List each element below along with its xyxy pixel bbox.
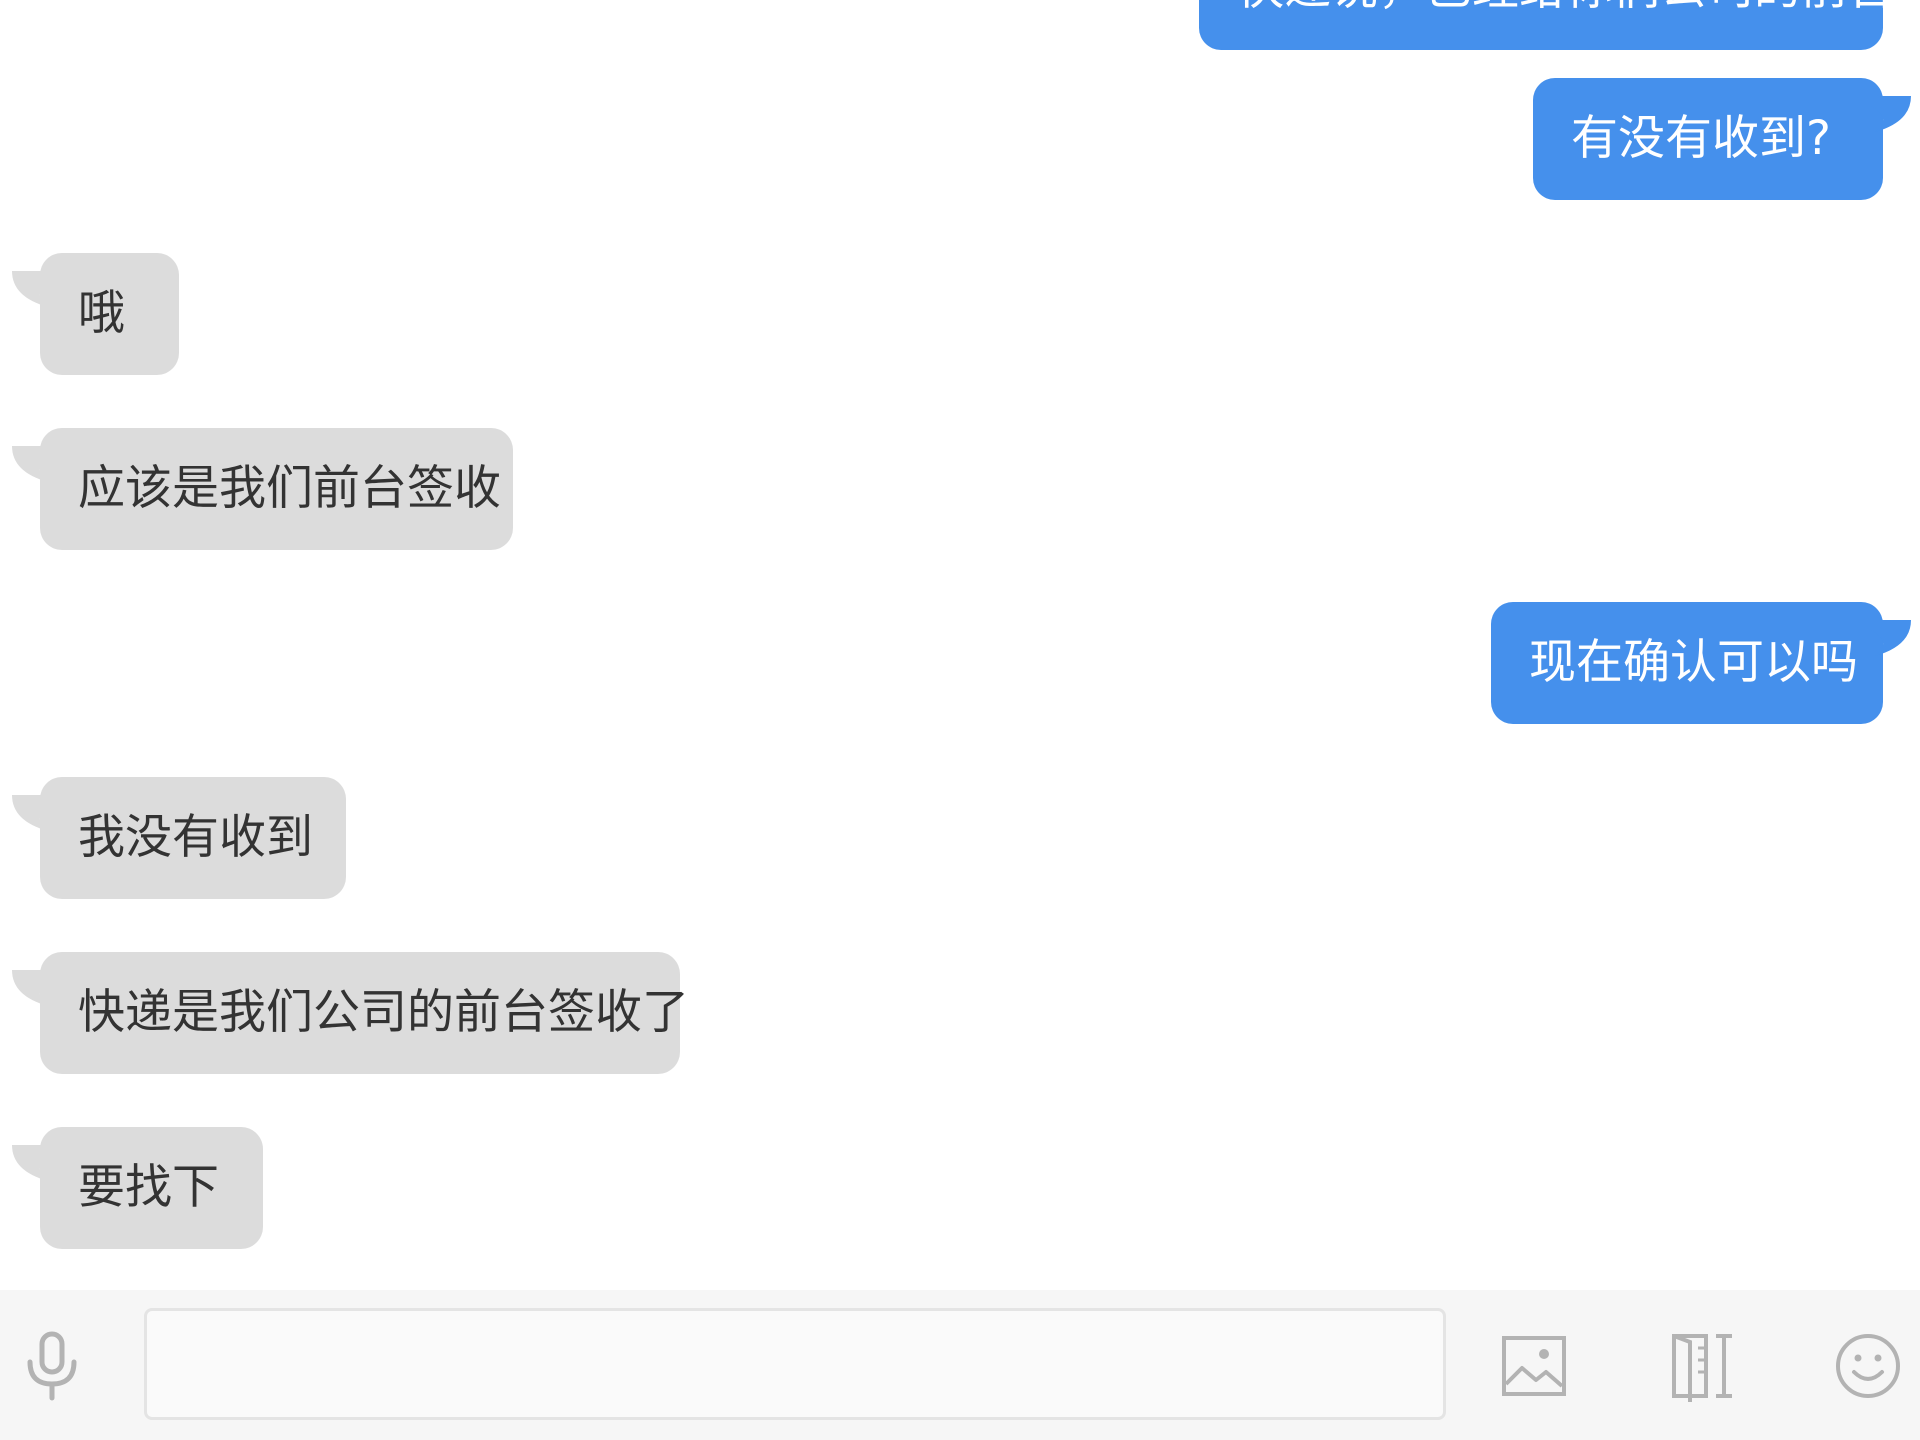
- message-input[interactable]: [144, 1308, 1446, 1420]
- message-text: 应该是我们前台签收: [78, 461, 501, 516]
- message-bubble-incoming[interactable]: 哦: [12, 253, 179, 375]
- message-text: 快递是我们公司的前台签收了: [78, 985, 689, 1040]
- bubble-tail: [12, 271, 52, 307]
- smiley-icon-graphic: [1836, 1334, 1900, 1398]
- bubble-tail: [12, 970, 52, 1006]
- message-bubble-outgoing[interactable]: 有没有收到?: [1533, 78, 1911, 200]
- smiley-icon[interactable]: [1832, 1330, 1904, 1402]
- bubble-tail: [12, 795, 52, 831]
- document-icon-graphic: [1672, 1334, 1732, 1402]
- microphone-icon[interactable]: [20, 1330, 84, 1402]
- message-bubble-incoming[interactable]: 我没有收到: [12, 777, 346, 899]
- document-icon[interactable]: [1666, 1330, 1738, 1402]
- message-text: 快递说，已经给你们公司的前台: [1237, 0, 1895, 16]
- bubble-tail: [1871, 96, 1911, 132]
- image-icon[interactable]: [1498, 1330, 1570, 1402]
- bubble-tail: [12, 446, 52, 482]
- message-bubble-incoming[interactable]: 应该是我们前台签收: [12, 428, 513, 550]
- message-input-bar: [0, 1290, 1920, 1440]
- chat-screen: 快递说，已经给你们公司的前台 有没有收到? 哦 应该是我们前台签收 现在确认可以…: [0, 0, 1920, 1440]
- message-bubble-incoming[interactable]: 快递是我们公司的前台签收了: [12, 952, 689, 1074]
- bubble-tail: [1871, 620, 1911, 656]
- bubble-tail: [12, 1145, 52, 1181]
- message-text: 现在确认可以吗: [1529, 635, 1858, 690]
- message-bubble-outgoing[interactable]: 快递说，已经给你们公司的前台: [1199, 0, 1895, 50]
- microphone-icon-graphic: [27, 1331, 77, 1401]
- message-text: 有没有收到?: [1571, 111, 1831, 166]
- message-text: 要找下: [78, 1160, 219, 1215]
- message-text: 哦: [78, 286, 125, 341]
- message-text: 我没有收到: [78, 810, 313, 865]
- message-bubble-incoming[interactable]: 要找下: [12, 1127, 263, 1249]
- message-bubble-outgoing[interactable]: 现在确认可以吗: [1491, 602, 1911, 724]
- image-icon-graphic: [1502, 1336, 1566, 1396]
